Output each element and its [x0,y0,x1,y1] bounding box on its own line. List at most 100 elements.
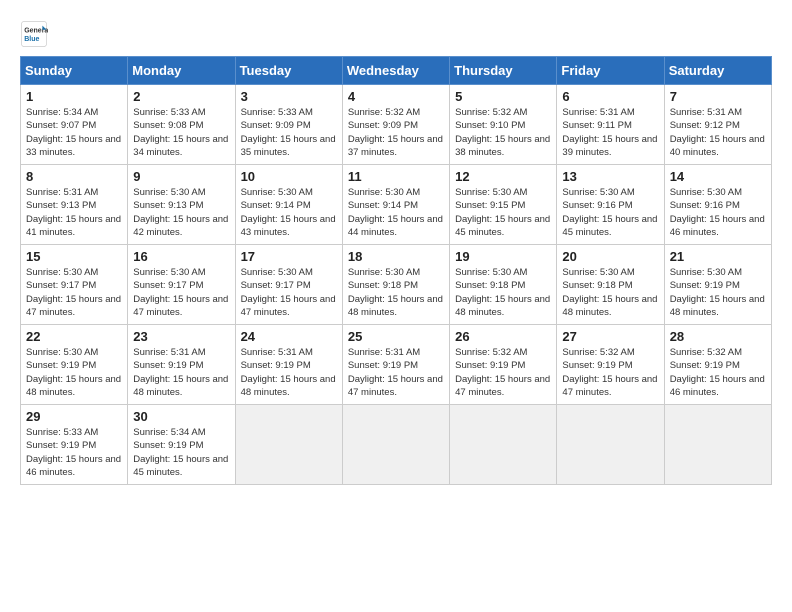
day-cell [235,405,342,485]
day-number: 19 [455,249,551,264]
day-number: 9 [133,169,229,184]
day-cell: 5 Sunrise: 5:32 AM Sunset: 9:10 PM Dayli… [450,85,557,165]
day-cell: 10 Sunrise: 5:30 AM Sunset: 9:14 PM Dayl… [235,165,342,245]
day-info: Sunrise: 5:30 AM Sunset: 9:14 PM Dayligh… [241,186,337,239]
day-info: Sunrise: 5:30 AM Sunset: 9:17 PM Dayligh… [133,266,229,319]
day-info: Sunrise: 5:32 AM Sunset: 9:09 PM Dayligh… [348,106,444,159]
day-info: Sunrise: 5:33 AM Sunset: 9:08 PM Dayligh… [133,106,229,159]
day-number: 2 [133,89,229,104]
day-number: 6 [562,89,658,104]
week-row-5: 29 Sunrise: 5:33 AM Sunset: 9:19 PM Dayl… [21,405,772,485]
day-number: 23 [133,329,229,344]
day-cell: 27 Sunrise: 5:32 AM Sunset: 9:19 PM Dayl… [557,325,664,405]
day-info: Sunrise: 5:31 AM Sunset: 9:19 PM Dayligh… [241,346,337,399]
day-cell: 13 Sunrise: 5:30 AM Sunset: 9:16 PM Dayl… [557,165,664,245]
day-cell: 7 Sunrise: 5:31 AM Sunset: 9:12 PM Dayli… [664,85,771,165]
week-row-1: 1 Sunrise: 5:34 AM Sunset: 9:07 PM Dayli… [21,85,772,165]
day-number: 12 [455,169,551,184]
day-info: Sunrise: 5:30 AM Sunset: 9:17 PM Dayligh… [26,266,122,319]
day-cell: 4 Sunrise: 5:32 AM Sunset: 9:09 PM Dayli… [342,85,449,165]
day-number: 5 [455,89,551,104]
day-cell: 17 Sunrise: 5:30 AM Sunset: 9:17 PM Dayl… [235,245,342,325]
day-cell: 19 Sunrise: 5:30 AM Sunset: 9:18 PM Dayl… [450,245,557,325]
day-cell: 16 Sunrise: 5:30 AM Sunset: 9:17 PM Dayl… [128,245,235,325]
day-number: 13 [562,169,658,184]
header-monday: Monday [128,57,235,85]
day-cell [342,405,449,485]
header-friday: Friday [557,57,664,85]
day-number: 1 [26,89,122,104]
day-cell: 30 Sunrise: 5:34 AM Sunset: 9:19 PM Dayl… [128,405,235,485]
day-cell: 11 Sunrise: 5:30 AM Sunset: 9:14 PM Dayl… [342,165,449,245]
page-header: General Blue [20,20,772,48]
day-cell: 12 Sunrise: 5:30 AM Sunset: 9:15 PM Dayl… [450,165,557,245]
day-cell [557,405,664,485]
day-number: 7 [670,89,766,104]
day-number: 17 [241,249,337,264]
day-info: Sunrise: 5:30 AM Sunset: 9:17 PM Dayligh… [241,266,337,319]
day-number: 10 [241,169,337,184]
day-number: 22 [26,329,122,344]
day-number: 20 [562,249,658,264]
day-cell: 8 Sunrise: 5:31 AM Sunset: 9:13 PM Dayli… [21,165,128,245]
week-row-4: 22 Sunrise: 5:30 AM Sunset: 9:19 PM Dayl… [21,325,772,405]
svg-text:Blue: Blue [24,36,39,43]
day-cell: 22 Sunrise: 5:30 AM Sunset: 9:19 PM Dayl… [21,325,128,405]
day-number: 18 [348,249,444,264]
day-number: 30 [133,409,229,424]
day-number: 24 [241,329,337,344]
day-info: Sunrise: 5:33 AM Sunset: 9:09 PM Dayligh… [241,106,337,159]
header-row: SundayMondayTuesdayWednesdayThursdayFrid… [21,57,772,85]
day-cell: 24 Sunrise: 5:31 AM Sunset: 9:19 PM Dayl… [235,325,342,405]
day-cell: 6 Sunrise: 5:31 AM Sunset: 9:11 PM Dayli… [557,85,664,165]
header-thursday: Thursday [450,57,557,85]
day-number: 3 [241,89,337,104]
day-cell [450,405,557,485]
day-number: 16 [133,249,229,264]
day-number: 26 [455,329,551,344]
day-cell: 20 Sunrise: 5:30 AM Sunset: 9:18 PM Dayl… [557,245,664,325]
day-cell: 15 Sunrise: 5:30 AM Sunset: 9:17 PM Dayl… [21,245,128,325]
day-info: Sunrise: 5:32 AM Sunset: 9:19 PM Dayligh… [562,346,658,399]
day-cell [664,405,771,485]
day-number: 8 [26,169,122,184]
header-saturday: Saturday [664,57,771,85]
day-info: Sunrise: 5:32 AM Sunset: 9:19 PM Dayligh… [455,346,551,399]
day-number: 25 [348,329,444,344]
day-cell: 1 Sunrise: 5:34 AM Sunset: 9:07 PM Dayli… [21,85,128,165]
day-cell: 3 Sunrise: 5:33 AM Sunset: 9:09 PM Dayli… [235,85,342,165]
header-wednesday: Wednesday [342,57,449,85]
day-cell: 26 Sunrise: 5:32 AM Sunset: 9:19 PM Dayl… [450,325,557,405]
day-number: 21 [670,249,766,264]
day-info: Sunrise: 5:34 AM Sunset: 9:19 PM Dayligh… [133,426,229,479]
day-number: 15 [26,249,122,264]
day-info: Sunrise: 5:32 AM Sunset: 9:10 PM Dayligh… [455,106,551,159]
week-row-2: 8 Sunrise: 5:31 AM Sunset: 9:13 PM Dayli… [21,165,772,245]
day-cell: 25 Sunrise: 5:31 AM Sunset: 9:19 PM Dayl… [342,325,449,405]
day-cell: 18 Sunrise: 5:30 AM Sunset: 9:18 PM Dayl… [342,245,449,325]
day-info: Sunrise: 5:30 AM Sunset: 9:14 PM Dayligh… [348,186,444,239]
day-info: Sunrise: 5:30 AM Sunset: 9:13 PM Dayligh… [133,186,229,239]
day-info: Sunrise: 5:31 AM Sunset: 9:19 PM Dayligh… [133,346,229,399]
logo: General Blue [20,20,52,48]
day-number: 27 [562,329,658,344]
day-info: Sunrise: 5:30 AM Sunset: 9:18 PM Dayligh… [455,266,551,319]
day-info: Sunrise: 5:30 AM Sunset: 9:16 PM Dayligh… [562,186,658,239]
day-number: 14 [670,169,766,184]
day-number: 11 [348,169,444,184]
day-info: Sunrise: 5:30 AM Sunset: 9:19 PM Dayligh… [26,346,122,399]
header-tuesday: Tuesday [235,57,342,85]
day-info: Sunrise: 5:34 AM Sunset: 9:07 PM Dayligh… [26,106,122,159]
day-cell: 29 Sunrise: 5:33 AM Sunset: 9:19 PM Dayl… [21,405,128,485]
header-sunday: Sunday [21,57,128,85]
day-info: Sunrise: 5:30 AM Sunset: 9:16 PM Dayligh… [670,186,766,239]
day-cell: 14 Sunrise: 5:30 AM Sunset: 9:16 PM Dayl… [664,165,771,245]
day-info: Sunrise: 5:30 AM Sunset: 9:15 PM Dayligh… [455,186,551,239]
day-cell: 28 Sunrise: 5:32 AM Sunset: 9:19 PM Dayl… [664,325,771,405]
day-cell: 23 Sunrise: 5:31 AM Sunset: 9:19 PM Dayl… [128,325,235,405]
day-info: Sunrise: 5:30 AM Sunset: 9:18 PM Dayligh… [562,266,658,319]
day-info: Sunrise: 5:31 AM Sunset: 9:12 PM Dayligh… [670,106,766,159]
day-cell: 2 Sunrise: 5:33 AM Sunset: 9:08 PM Dayli… [128,85,235,165]
day-info: Sunrise: 5:30 AM Sunset: 9:18 PM Dayligh… [348,266,444,319]
day-info: Sunrise: 5:31 AM Sunset: 9:11 PM Dayligh… [562,106,658,159]
